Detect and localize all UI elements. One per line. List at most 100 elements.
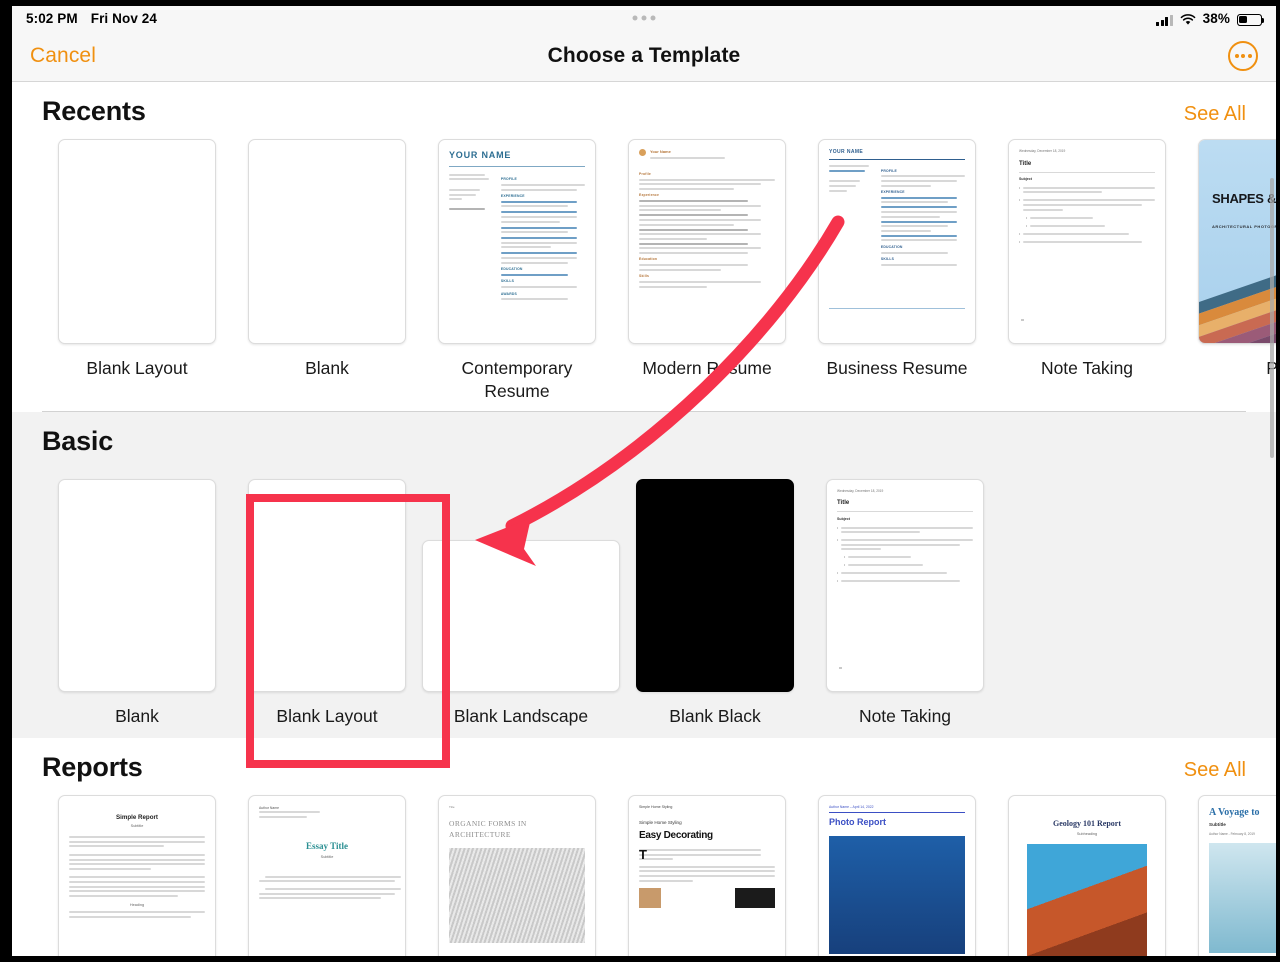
ipad-screen: 5:02 PM Fri Nov 24 38% Cancel Choose a T… (12, 6, 1276, 956)
template-card-blank-layout-basic[interactable]: Blank Layout (232, 478, 422, 728)
template-card-photo-report[interactable]: Author Name – April 14, 2022 Photo Repor… (802, 794, 992, 956)
cellular-bars-icon (1156, 14, 1173, 26)
thumbnail-heading: YOUR NAME (449, 150, 512, 160)
template-label: Note Taking (1040, 358, 1134, 378)
template-card-note-taking-recent[interactable]: Wednesday, December 18, 2019 Title Subje… (992, 139, 1182, 403)
template-label: Business Resume (826, 358, 968, 378)
basic-template-row[interactable]: Blank Blank Layout Blank Landscape Blank… (12, 463, 1276, 738)
template-thumbnail: YOUR NAME PROFILE EXPERIENCE EDUCATION S… (818, 139, 976, 344)
thumbnail-heading: Geology 101 Report (1053, 818, 1121, 828)
thumbnail-heading: ORGANIC FORMS IN ARCHITECTURE (449, 819, 527, 840)
template-thumbnail: Author Name – April 14, 2022 Photo Repor… (818, 794, 976, 956)
navigation-bar: Cancel Choose a Template (12, 30, 1276, 82)
thumbnail-heading: SHAPES & ANGLES (1212, 191, 1276, 206)
template-card-photo-partial[interactable]: SHAPES & ANGLES ARCHITECTURAL PHOTOGRAPH… (1182, 139, 1276, 403)
template-thumbnail: Your Name Profile Experience Education S… (628, 139, 786, 344)
battery-icon (1237, 13, 1265, 26)
section-title: Reports (42, 751, 143, 782)
battery-percent-label: 38% (1202, 10, 1230, 26)
section-recents: Recents See All Blank Layout Blank YOUR … (12, 82, 1276, 412)
template-card-simple-report[interactable]: Simple Report Subtitle Heading (42, 794, 232, 956)
template-card-geology-report[interactable]: Geology 101 Report Subheading (992, 794, 1182, 956)
thumbnail-subject: Subject (837, 517, 850, 522)
template-label: Blank (305, 358, 349, 378)
template-card-blank-landscape[interactable]: Blank Landscape (422, 479, 620, 728)
template-card-contemporary-resume[interactable]: YOUR NAME PROFILE EXPERIENCE EDUCATION S… (422, 139, 612, 403)
ipad-device-frame: 5:02 PM Fri Nov 24 38% Cancel Choose a T… (0, 0, 1280, 962)
template-card-voyage[interactable]: A Voyage to Subtitle Author Name - Febru… (1182, 794, 1276, 956)
template-label: Blank Layout (86, 358, 188, 378)
thumbnail-heading: Easy Decorating (639, 830, 713, 842)
template-thumbnail (636, 478, 794, 692)
thumbnail-heading: Title (837, 500, 850, 507)
template-card-business-resume[interactable]: YOUR NAME PROFILE EXPERIENCE EDUCATION S… (802, 139, 992, 403)
template-label: Modern Resume (642, 358, 772, 378)
more-ellipsis-circle-icon[interactable] (1228, 40, 1258, 71)
thumbnail-heading: A Voyage to (1209, 806, 1260, 818)
section-header-basic: Basic (12, 412, 1276, 463)
recents-template-row[interactable]: Blank Layout Blank YOUR NAME PROFILE EXP… (12, 133, 1276, 411)
page-title: Choose a Template (547, 43, 741, 67)
thumbnail-image (829, 835, 965, 954)
thumbnail-heading: Your Name (650, 149, 671, 154)
thumbnail-meta: Author Name (259, 805, 279, 810)
section-reports: Reports See All Simple Report Subtitle H… (12, 738, 1276, 956)
see-all-recents-button[interactable]: See All (1184, 103, 1246, 126)
thumbnail-meta: Author Name - February 8, 2019 (1209, 831, 1255, 836)
template-thumbnail: YOUR NAME PROFILE EXPERIENCE EDUCATION S… (438, 139, 596, 344)
template-thumbnail: Author Name Essay Title Subtitle (248, 794, 406, 956)
template-card-blank-basic[interactable]: Blank (42, 478, 232, 728)
section-basic: Basic Blank Blank Layout Blank Landscape (12, 411, 1276, 738)
template-label: Note Taking (858, 705, 952, 726)
wifi-icon (1180, 13, 1196, 26)
template-card-organic-forms[interactable]: Title ORGANIC FORMS IN ARCHITECTURE (422, 794, 612, 956)
template-thumbnail (248, 478, 406, 692)
thumbnail-meta: Simple Home Styling (639, 804, 673, 809)
section-title: Recents (42, 96, 146, 126)
template-card-essay[interactable]: Author Name Essay Title Subtitle (232, 794, 422, 956)
template-thumbnail: Geology 101 Report Subheading (1008, 794, 1166, 956)
template-card-easy-decorating[interactable]: Simple Home Styling Simple Home Styling … (612, 794, 802, 956)
template-card-blank-black[interactable]: Blank Black (620, 478, 810, 728)
thumbnail-heading: Title (1019, 160, 1032, 167)
template-thumbnail: Simple Home Styling Simple Home Styling … (628, 794, 786, 956)
thumbnail-meta: Author Name – April 14, 2022 (829, 804, 874, 809)
cancel-button[interactable]: Cancel (30, 44, 96, 68)
template-card-modern-resume[interactable]: Your Name Profile Experience Education S… (612, 139, 802, 403)
template-thumbnail: Title ORGANIC FORMS IN ARCHITECTURE (438, 794, 596, 956)
thumbnail-subheading: ARCHITECTURAL PHOTOGRAPHY (1212, 224, 1276, 229)
template-card-blank-recent[interactable]: Blank (232, 139, 422, 403)
multitask-handle-dots[interactable] (632, 15, 656, 21)
template-chooser-scroll-area[interactable]: Recents See All Blank Layout Blank YOUR … (12, 82, 1276, 956)
template-label: Blank (115, 705, 159, 726)
thumbnail-heading: YOUR NAME (829, 149, 864, 155)
template-thumbnail: Wednesday, December 18, 2019 Title Subje… (826, 478, 984, 692)
template-thumbnail: Wednesday, December 18, 2019 Title Subje… (1008, 139, 1166, 344)
template-label: Blank Black (669, 705, 761, 726)
template-label: Contemporary Resume (461, 358, 573, 402)
status-bar: 5:02 PM Fri Nov 24 38% (12, 6, 1276, 30)
thumbnail-image (1027, 844, 1147, 956)
thumbnail-date: Wednesday, December 18, 2019 (1019, 149, 1066, 153)
thumbnail-heading: Photo Report (829, 817, 886, 828)
template-thumbnail (58, 478, 216, 692)
thumbnail-subheading: Simple Home Styling (639, 820, 682, 826)
thumbnail-image (1209, 843, 1276, 954)
thumbnail-subheading: Subtitle (320, 855, 334, 860)
reports-template-row[interactable]: Simple Report Subtitle Heading Author Na… (12, 789, 1276, 956)
template-label: Blank Layout (276, 705, 378, 726)
template-card-note-taking-basic[interactable]: Wednesday, December 18, 2019 Title Subje… (810, 478, 1000, 728)
status-time: 5:02 PM (26, 10, 78, 26)
thumbnail-image (449, 848, 585, 944)
see-all-reports-button[interactable]: See All (1184, 759, 1246, 782)
thumbnail-subheading: Subtitle (1209, 821, 1226, 827)
template-thumbnail (248, 139, 406, 344)
template-card-blank-layout-recent[interactable]: Blank Layout (42, 139, 232, 403)
section-title: Basic (42, 425, 114, 456)
thumbnail-subheading: Subtitle (130, 823, 144, 828)
thumbnail-subject: Subject (1019, 177, 1032, 182)
thumbnail-heading: Simple Report (116, 813, 158, 821)
section-header-recents: Recents See All (12, 82, 1276, 133)
thumbnail-heading: Essay Title (306, 841, 348, 852)
vertical-scrollbar[interactable] (1270, 178, 1274, 458)
